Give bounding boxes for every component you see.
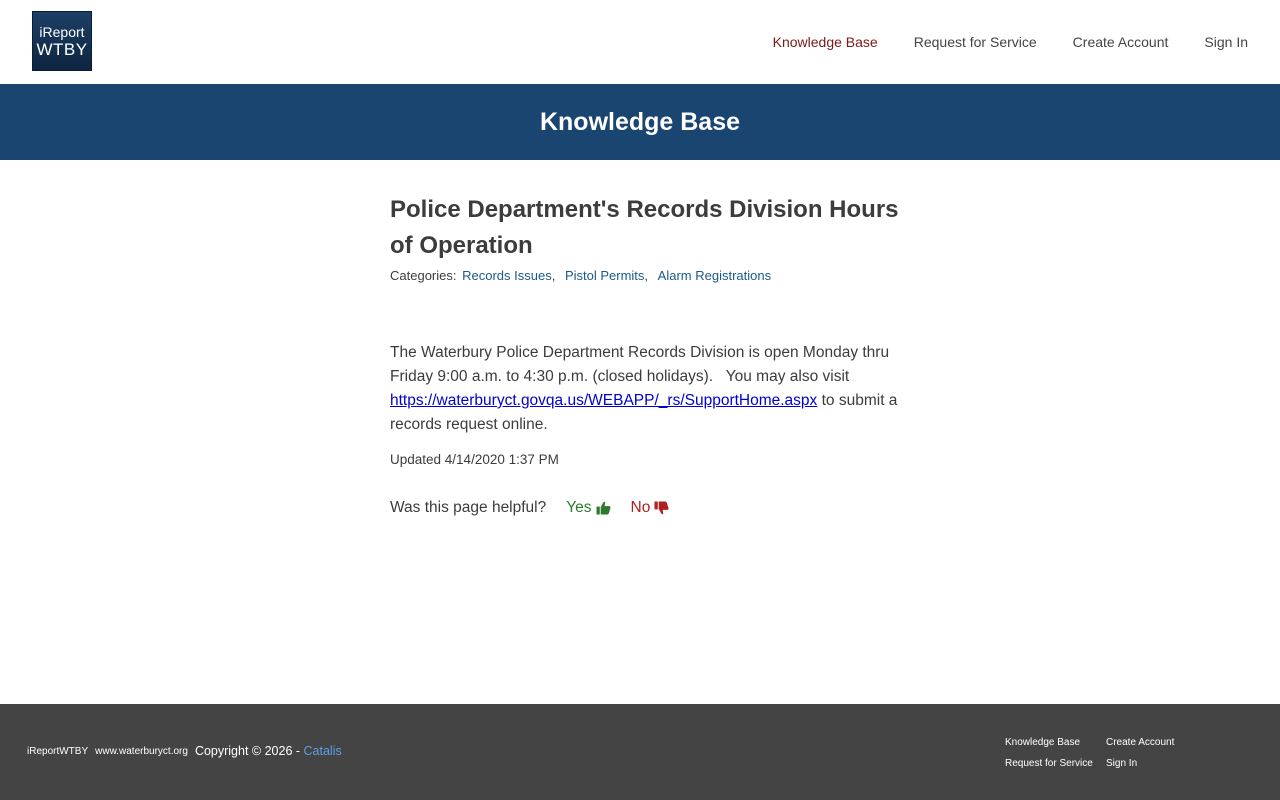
page-banner: Knowledge Base [0,84,1280,160]
article-body: The Waterbury Police Department Records … [390,341,900,437]
category-records-issues[interactable]: Records Issues [462,268,552,283]
footer-left: iReportWTBY www.waterburyct.org Copyrigh… [27,744,342,758]
footer-nav-knowledge-base[interactable]: Knowledge Base [1005,735,1106,750]
footer-nav-sign-in[interactable]: Sign In [1106,756,1174,771]
banner-title: Knowledge Base [539,107,741,136]
category-separator: , [551,268,556,283]
category-separator: , [644,268,649,283]
footer-site-link[interactable]: www.waterburyct.org [95,746,188,757]
logo-line2: WTBY [36,39,88,59]
footer-vendor-link[interactable]: Catalis [304,744,342,758]
site-logo[interactable]: iReport WTBY [32,11,92,71]
category-alarm-registrations[interactable]: Alarm Registrations [658,268,771,283]
feedback-yes-label: Yes [566,499,592,516]
nav-create-account[interactable]: Create Account [1073,31,1169,53]
nav-knowledge-base[interactable]: Knowledge Base [773,31,878,53]
thumbs-down-icon [654,501,669,515]
support-home-link[interactable]: https://waterburyct.govqa.us/WEBAPP/_rs/… [390,392,817,409]
footer-nav: Knowledge Base Create Account Request fo… [1005,735,1174,771]
thumbs-up-icon [596,501,611,515]
nav-request-for-service[interactable]: Request for Service [914,31,1037,53]
top-nav: Knowledge Base Request for Service Creat… [773,31,1248,53]
feedback-row: Was this page helpful? Yes No [390,499,900,517]
footer-copyright: Copyright © 2026 - Catalis [195,744,342,758]
feedback-no-button[interactable]: No [631,499,670,517]
feedback-yes-button[interactable]: Yes [566,499,611,517]
footer-brand-link[interactable]: iReportWTBY [27,746,88,757]
footer-nav-create-account[interactable]: Create Account [1106,735,1174,750]
category-pistol-permits[interactable]: Pistol Permits [565,268,644,283]
feedback-no-label: No [630,499,651,516]
nav-sign-in[interactable]: Sign In [1204,31,1248,53]
copyright-text: Copyright © 2026 - [194,744,301,758]
article-categories: Categories: Records Issues, Pistol Permi… [390,268,900,283]
feedback-question: Was this page helpful? [390,499,547,516]
updated-timestamp: Updated 4/14/2020 1:37 PM [390,452,559,467]
article: Police Department's Records Division Hou… [390,192,900,517]
site-footer: iReportWTBY www.waterburyct.org Copyrigh… [0,704,1280,800]
body-text-start: The Waterbury Police Department Records … [390,344,894,385]
logo-line1: iReport [39,23,85,40]
footer-nav-request-for-service[interactable]: Request for Service [1005,756,1106,771]
article-title: Police Department's Records Division Hou… [390,196,899,259]
categories-label: Categories: [390,268,457,283]
top-bar: iReport WTBY Knowledge Base Request for … [0,0,1280,84]
